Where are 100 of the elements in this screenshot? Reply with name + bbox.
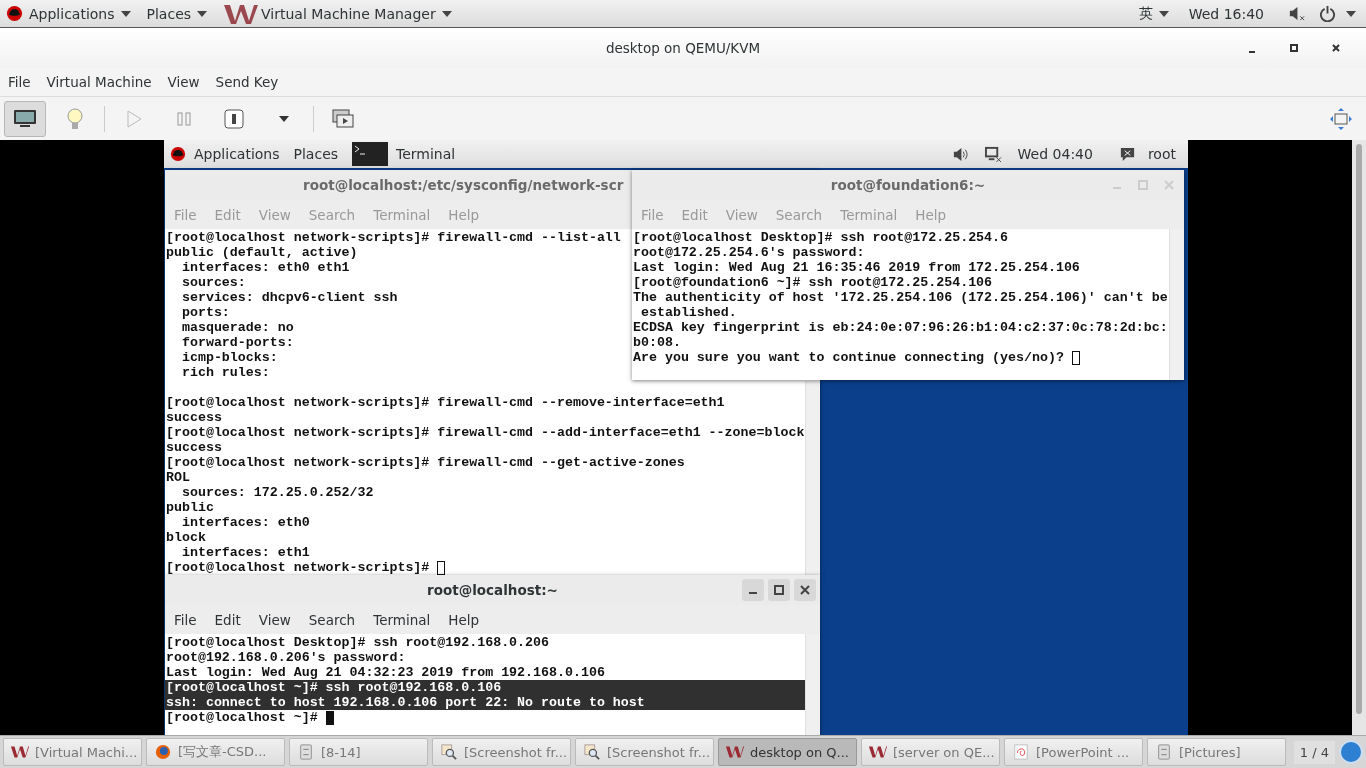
- scrollbar[interactable]: [805, 634, 820, 735]
- globe-icon: [153, 744, 173, 760]
- terminal-line: forward-ports:: [180, 335, 294, 350]
- terminal-line: sources: 172.25.0.252/32: [180, 485, 374, 500]
- maximize-icon[interactable]: [768, 579, 790, 601]
- badge-icon: [1339, 740, 1363, 764]
- terminal-line: public: [166, 500, 214, 515]
- panel-menu[interactable]: Virtual Machine Manager: [223, 2, 452, 25]
- terminal-line: [root@localhost network-scripts]# firewall-cmd --list-all: [166, 230, 621, 245]
- terminal-line: [root@localhost network-scripts]# firewall-cmd --remove-interface=eth1: [166, 395, 725, 410]
- menu-item[interactable]: Virtual Machine: [40, 74, 158, 90]
- input-method-menu[interactable]: 英: [1138, 4, 1169, 23]
- network-offline-icon[interactable]: [984, 145, 1002, 163]
- terminal-line: Last login: Wed Aug 21 16:35:46 2019 from 172.25.254.106: [633, 260, 1080, 275]
- clock[interactable]: Wed 16:40: [1188, 5, 1264, 22]
- power-icon[interactable]: [1319, 5, 1336, 22]
- close-icon[interactable]: [794, 579, 816, 601]
- terminal-line: services: dhcpv6-client ssh: [180, 290, 398, 305]
- vmm-logo-icon: [10, 744, 30, 760]
- menu-item[interactable]: View: [161, 74, 206, 90]
- redhat-icon: [170, 146, 186, 162]
- minimize-icon[interactable]: [742, 579, 764, 601]
- magnifier-icon: [439, 744, 459, 760]
- taskbar-item[interactable]: [server on QE...: [861, 738, 1000, 766]
- terminal-line: ssh: connect to host 192.168.0.106 port 22: No route to host: [166, 695, 645, 710]
- menu-item[interactable]: View: [251, 611, 298, 628]
- terminal-line: sources:: [180, 275, 246, 290]
- terminal-line: The authenticity of host '172.25.254.106 (172.25.254.106)' can't be: [633, 290, 1168, 305]
- scrollbar[interactable]: [805, 381, 820, 575]
- monitor-icon: [13, 108, 37, 129]
- taskbar-item[interactable]: [PowerPoint ...: [1004, 738, 1143, 766]
- input-method-label: 英: [1138, 4, 1153, 23]
- console-button[interactable]: [4, 100, 46, 137]
- caret-icon: [278, 114, 290, 123]
- terminal-line: success: [166, 410, 222, 425]
- terminal-line: block: [166, 530, 206, 545]
- window-title: root@localhost:/etc/sysconfig/network-scr: [303, 177, 624, 193]
- terminal-line: [root@foundation6 ~]# ssh root@172.25.254.106: [633, 275, 993, 290]
- menu-label: Places: [146, 5, 192, 22]
- menu-item[interactable]: File: [2, 74, 37, 90]
- document-icon: [1011, 744, 1031, 760]
- volume-muted-icon[interactable]: [1288, 5, 1305, 22]
- terminal-line: root@192.168.0.206's password:: [166, 650, 406, 665]
- switch-icon: [224, 108, 244, 129]
- lightbulb-icon: [66, 106, 84, 131]
- taskbar-item[interactable]: [写文章-CSD...: [146, 738, 285, 766]
- chat-icon[interactable]: [1118, 145, 1136, 163]
- terminal-line: b0:08.: [633, 335, 681, 350]
- terminal-line: interfaces: eth1: [180, 545, 310, 560]
- caret-icon: [197, 10, 208, 17]
- terminal-line: root@172.25.254.6's password:: [633, 245, 865, 260]
- terminal-line: rich rules:: [180, 365, 270, 380]
- terminal-line: ROL: [166, 470, 190, 485]
- terminal-line: [root@localhost network-scripts]# firewall-cmd --get-active-zones: [166, 455, 685, 470]
- menu-item[interactable]: File: [167, 611, 204, 628]
- screens-icon: [331, 107, 355, 130]
- terminal-task[interactable]: Terminal: [396, 146, 456, 162]
- menu-item[interactable]: Help: [441, 611, 487, 628]
- taskbar-item[interactable]: [Screenshot fr...: [575, 738, 714, 766]
- scrollbar[interactable]: [1169, 229, 1184, 380]
- workspace-indicator[interactable]: 1 / 4: [1293, 740, 1335, 764]
- taskbar-item[interactable]: [8-14]: [289, 738, 428, 766]
- redhat-icon: [6, 5, 23, 22]
- user-menu[interactable]: root: [1147, 146, 1176, 162]
- fullscreen-icon: [1329, 106, 1353, 131]
- vmm-logo-icon: [223, 2, 260, 25]
- panel-menu[interactable]: Places: [146, 5, 208, 22]
- terminal-line: icmp-blocks:: [180, 350, 278, 365]
- pause-icon: [177, 110, 191, 127]
- terminal-line: ports:: [180, 305, 230, 320]
- vmm-logo-icon: [725, 744, 745, 760]
- menu-item[interactable]: Terminal: [366, 611, 438, 628]
- vmm-logo-icon: [868, 744, 888, 760]
- caret-icon: [441, 10, 452, 17]
- taskbar-item[interactable]: desktop on Q...: [718, 738, 857, 766]
- caret-icon: [120, 10, 131, 17]
- window-title: root@localhost:~: [427, 582, 558, 598]
- caret-icon[interactable]: [1346, 10, 1356, 17]
- applications-menu[interactable]: Applications: [194, 146, 280, 162]
- terminal-line: Last login: Wed Aug 21 04:32:23 2019 from 192.168.0.106: [166, 665, 605, 680]
- terminal-line: masquerade: no: [180, 320, 294, 335]
- menu-item[interactable]: Edit: [207, 611, 248, 628]
- terminal-line: public (default, active): [166, 245, 358, 260]
- clock[interactable]: Wed 04:40: [1017, 146, 1093, 162]
- terminal-line: interfaces: eth0: [180, 515, 310, 530]
- caret-icon: [1158, 10, 1169, 17]
- terminal-line: Are you sure you want to continue connecting (yes/no)?: [633, 350, 1065, 365]
- scrollbar[interactable]: [1352, 140, 1366, 735]
- terminal-line: established.: [639, 305, 737, 320]
- terminal-line: [root@localhost ~]# ssh root@192.168.0.106: [166, 680, 502, 695]
- panel-menu[interactable]: Applications: [6, 5, 131, 22]
- taskbar-item[interactable]: [Virtual Machi...: [3, 738, 142, 766]
- menu-item[interactable]: Search: [301, 611, 363, 628]
- taskbar-item[interactable]: [Pictures]: [1147, 738, 1286, 766]
- places-menu[interactable]: Places: [293, 146, 339, 162]
- terminal-icon: [352, 141, 389, 167]
- window-title: root@foundation6:~: [830, 177, 986, 193]
- terminal-line: success: [166, 440, 222, 455]
- taskbar-item[interactable]: [Screenshot fr...: [432, 738, 571, 766]
- menu-item[interactable]: Send Key: [209, 74, 285, 90]
